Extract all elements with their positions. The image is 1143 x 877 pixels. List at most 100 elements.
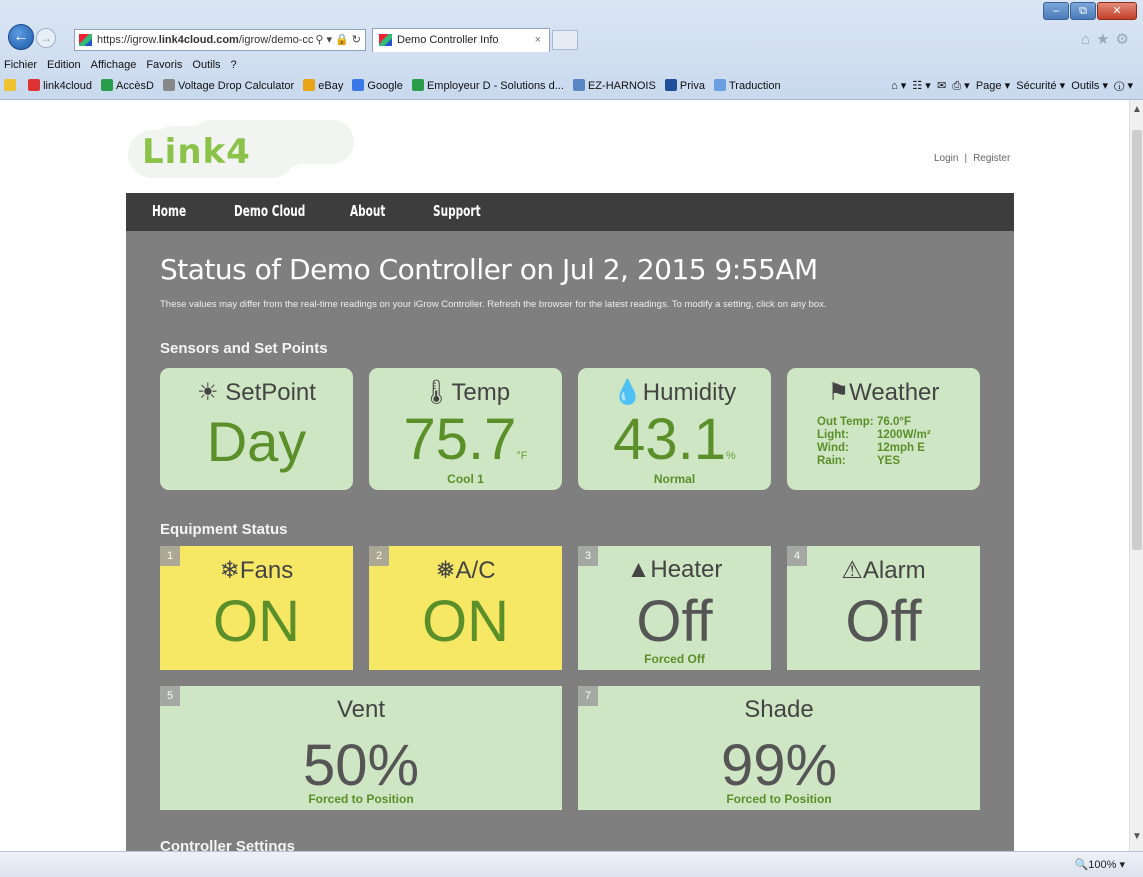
heater-card[interactable]: 3 ▲Heater Off Forced Off bbox=[578, 546, 771, 670]
alarm-header: ⚠Alarm bbox=[787, 556, 980, 585]
sun-icon: ☀ bbox=[197, 379, 219, 406]
setpoint-value: Day bbox=[206, 410, 307, 473]
vent-note: Forced to Position bbox=[308, 792, 414, 806]
menu-bar: Fichier Edition Affichage Favoris Outils… bbox=[0, 56, 1143, 74]
fan-icon: ❄ bbox=[219, 557, 240, 584]
minimize-button[interactable]: – bbox=[1043, 2, 1069, 20]
nav-demo-cloud[interactable]: Demo Cloud bbox=[234, 202, 305, 220]
menu-affichage[interactable]: Affichage bbox=[91, 56, 137, 74]
fav-accesd[interactable]: AccèsD bbox=[101, 74, 154, 98]
weather-row: Light: 1200W/m² bbox=[817, 429, 931, 442]
fav-voltage-drop[interactable]: Voltage Drop Calculator bbox=[163, 74, 294, 98]
weather-header: ⚑Weather bbox=[787, 378, 980, 407]
vent-card[interactable]: 5 Vent 50% Forced to Position bbox=[160, 686, 562, 810]
fans-card[interactable]: 1 ❄Fans ON bbox=[160, 546, 353, 670]
controller-settings-heading: Controller Settings bbox=[160, 838, 296, 851]
fav-traduction[interactable]: Traduction bbox=[714, 74, 781, 98]
fav-employeur[interactable]: Employeur D - Solutions d... bbox=[411, 74, 564, 98]
ac-card[interactable]: 2 ❅A/C ON bbox=[369, 546, 562, 670]
humidity-card[interactable]: 💧Humidity 43.1% Normal bbox=[578, 368, 771, 490]
scroll-down-icon[interactable]: ▼ bbox=[1130, 831, 1143, 847]
tool-securite[interactable]: Sécurité ▾ bbox=[1016, 80, 1065, 92]
main-nav: Home Demo Cloud About Support bbox=[126, 193, 1014, 231]
print-icon[interactable]: ⎙ ▾ bbox=[952, 80, 969, 92]
menu-edition[interactable]: Edition bbox=[47, 56, 81, 74]
menu-fichier[interactable]: Fichier bbox=[4, 56, 37, 74]
weather-key: Out Temp: bbox=[817, 416, 874, 428]
warning-icon: ⚠ bbox=[841, 557, 863, 584]
menu-outils[interactable]: Outils bbox=[192, 56, 220, 74]
page-title: Status of Demo Controller on Jul 2, 2015… bbox=[160, 253, 818, 286]
snowflake-icon: ❅ bbox=[435, 557, 456, 584]
nav-home[interactable]: Home bbox=[152, 202, 186, 220]
menu-help[interactable]: ? bbox=[231, 56, 237, 74]
heater-value: Off bbox=[636, 589, 713, 654]
temp-card[interactable]: 🌡Temp 75.7°F Cool 1 bbox=[369, 368, 562, 490]
mail-icon[interactable]: ✉ bbox=[937, 80, 946, 92]
home-star-gear-icons[interactable]: ⌂★⚙ bbox=[1081, 30, 1135, 48]
humidity-header: 💧Humidity bbox=[578, 378, 771, 407]
forward-button[interactable]: → bbox=[36, 28, 56, 48]
nav-about[interactable]: About bbox=[350, 202, 385, 220]
temp-header: 🌡Temp bbox=[369, 378, 562, 407]
back-button[interactable]: ← bbox=[8, 24, 34, 50]
favorites-bar: link4cloud AccèsD Voltage Drop Calculato… bbox=[0, 74, 1143, 98]
humidity-note: Normal bbox=[653, 472, 696, 486]
fans-value: ON bbox=[213, 589, 300, 654]
weather-row: Out Temp: 76.0°F bbox=[817, 416, 931, 429]
register-link[interactable]: Register bbox=[973, 153, 1010, 164]
menu-favoris[interactable]: Favoris bbox=[146, 56, 182, 74]
web-page: Link4 Login | Register Home Demo Cloud Abo… bbox=[0, 100, 1129, 851]
link4-logo[interactable]: Link4 bbox=[118, 122, 298, 182]
weather-card[interactable]: ⚑Weather Out Temp: 76.0°F Light: 1200W/m² … bbox=[787, 368, 980, 490]
flame-icon: ▲ bbox=[626, 556, 651, 583]
page-scrollbar[interactable]: ▲ ▼ bbox=[1129, 100, 1143, 851]
scroll-up-icon[interactable]: ▲ bbox=[1130, 104, 1143, 120]
fav-google[interactable]: Google bbox=[352, 74, 403, 98]
tab-close-icon[interactable]: × bbox=[535, 29, 541, 51]
fav-link4cloud[interactable]: link4cloud bbox=[28, 74, 92, 98]
address-tools-icon[interactable]: ⚲ ▾ 🔒 ↻ bbox=[315, 30, 361, 50]
fav-ebay[interactable]: eBay bbox=[303, 74, 343, 98]
fans-header: ❄Fans bbox=[160, 556, 353, 585]
maximize-button[interactable]: ⧉ bbox=[1070, 2, 1096, 20]
alarm-card[interactable]: 4 ⚠Alarm Off bbox=[787, 546, 980, 670]
status-panel: Status of Demo Controller on Jul 2, 2015… bbox=[126, 231, 1014, 851]
weather-readings: Out Temp: 76.0°F Light: 1200W/m² Wind: 12mp… bbox=[817, 416, 931, 468]
alarm-label: Alarm bbox=[862, 557, 926, 584]
weather-row: Rain: YES bbox=[817, 455, 931, 468]
thermometer-icon: 🌡 bbox=[420, 379, 452, 406]
temp-label: Temp bbox=[451, 379, 511, 406]
feeds-icon[interactable]: ☷ ▾ bbox=[912, 80, 930, 92]
fans-label: Fans bbox=[239, 557, 294, 584]
nav-support[interactable]: Support bbox=[433, 202, 481, 220]
new-tab-button[interactable] bbox=[552, 30, 578, 50]
login-link[interactable]: Login bbox=[934, 153, 958, 164]
temp-value: 75.7 bbox=[403, 407, 517, 472]
scroll-thumb[interactable] bbox=[1132, 130, 1142, 550]
home-icon[interactable]: ⌂ ▾ bbox=[891, 80, 906, 92]
tab-favicon-icon bbox=[379, 34, 392, 46]
sensors-heading: Sensors and Set Points bbox=[160, 340, 328, 357]
address-bar[interactable]: https://igrow.link4cloud.com/igrow/demo-… bbox=[74, 29, 366, 51]
fav-ez-harnois[interactable]: EZ-HARNOIS bbox=[572, 74, 656, 98]
fav-priva[interactable]: Priva bbox=[664, 74, 705, 98]
weather-value: 76.0°F bbox=[877, 416, 912, 428]
tab-title: Demo Controller Info bbox=[397, 34, 499, 46]
setpoint-card[interactable]: ☀ SetPoint Day bbox=[160, 368, 353, 490]
zoom-control[interactable]: 🔍100% ▾ bbox=[1075, 858, 1125, 871]
tool-page[interactable]: Page ▾ bbox=[976, 80, 1010, 92]
shade-note: Forced to Position bbox=[726, 792, 832, 806]
help-icon[interactable]: ⓘ ▾ bbox=[1114, 80, 1133, 92]
shade-card[interactable]: 7 Shade 99% Forced to Position bbox=[578, 686, 980, 810]
tab-demo-controller[interactable]: Demo Controller Info × bbox=[372, 28, 550, 52]
ac-header: ❅A/C bbox=[369, 556, 562, 585]
logo-text: Link4 bbox=[142, 132, 251, 172]
alarm-value: Off bbox=[845, 589, 922, 654]
close-window-button[interactable]: ✕ bbox=[1097, 2, 1137, 20]
favorites-star-icon[interactable] bbox=[4, 74, 19, 98]
tool-outils[interactable]: Outils ▾ bbox=[1071, 80, 1108, 92]
url-path: /igrow/demo-cc bbox=[238, 34, 314, 46]
humidity-label: Humidity bbox=[642, 379, 737, 406]
browser-chrome: ← → https://igrow.link4cloud.com/igrow/d… bbox=[0, 0, 1143, 100]
